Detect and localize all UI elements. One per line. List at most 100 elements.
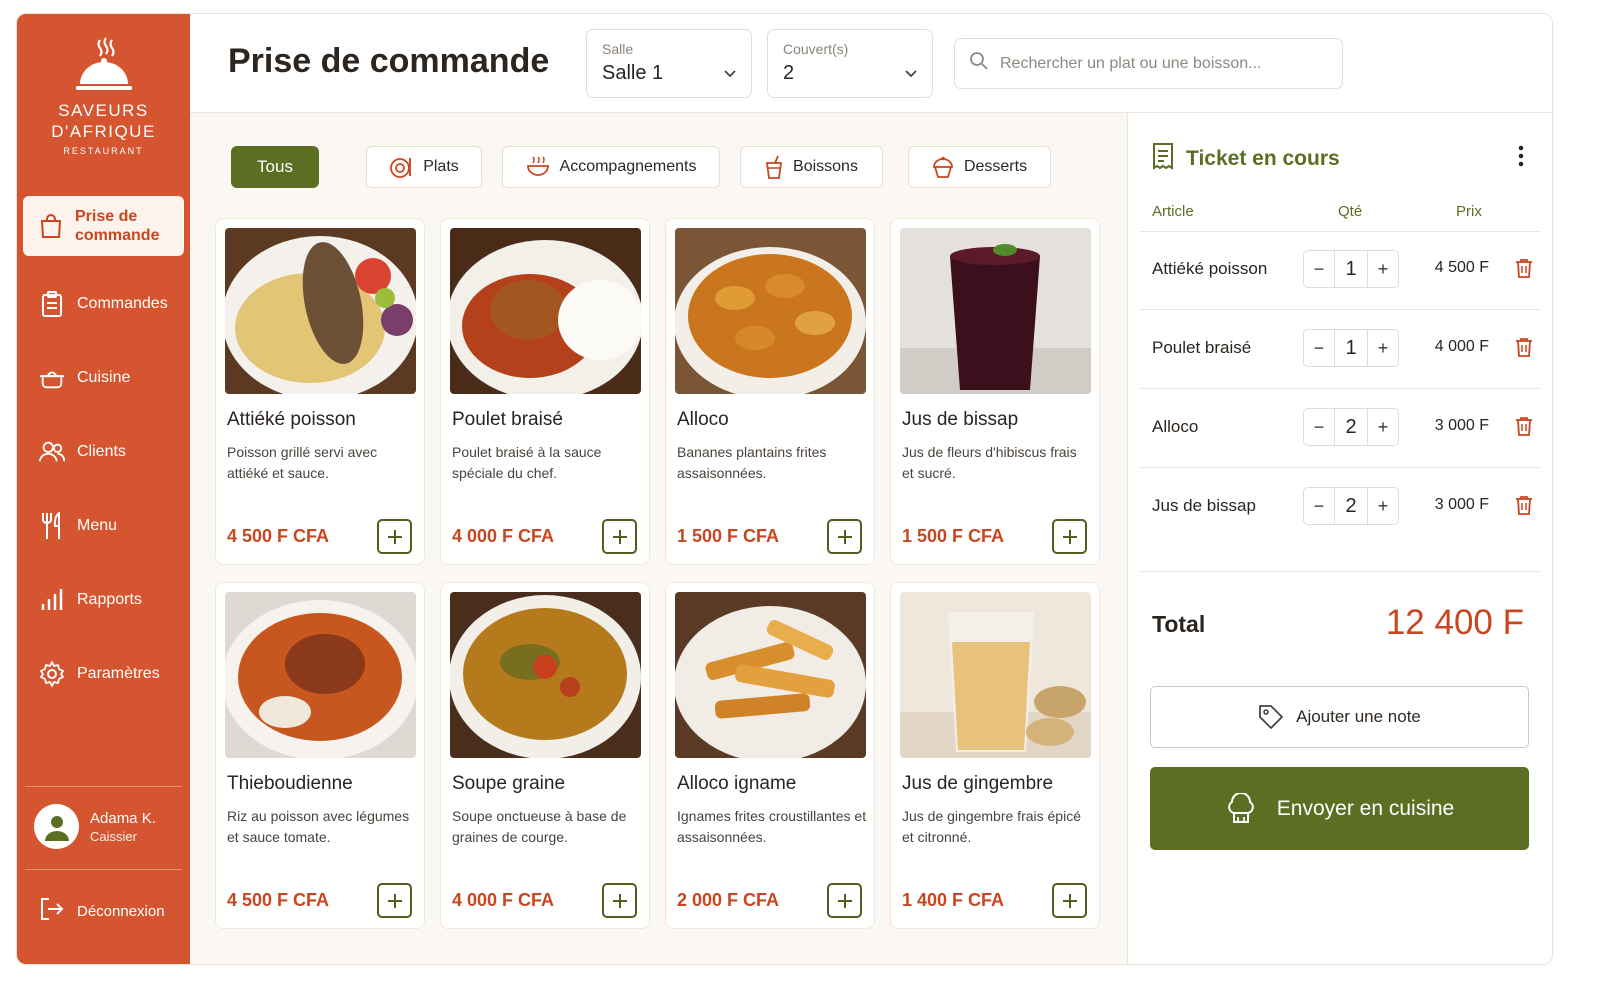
product-description: Soupe onctueuse à base de graines de cou… — [452, 808, 627, 845]
trash-icon[interactable] — [1515, 416, 1533, 441]
sidebar-item-label: Clients — [77, 443, 126, 460]
add-to-ticket-button[interactable] — [1052, 519, 1087, 554]
thieboudienne-image — [225, 592, 416, 758]
sidebar-item-label: Prise de commande — [75, 208, 160, 244]
logout-button[interactable]: Déconnexion — [39, 896, 165, 926]
couverts-select[interactable]: Couvert(s) 2 — [767, 29, 933, 98]
filter-label: Desserts — [963, 158, 1028, 175]
more-options-icon[interactable] — [1518, 145, 1524, 172]
trash-icon[interactable] — [1515, 495, 1533, 520]
ticket-line-price: 3 000 F — [1434, 417, 1489, 434]
product-name: Thieboudienne — [227, 773, 353, 794]
plus-icon — [387, 893, 402, 908]
add-to-ticket-button[interactable] — [602, 883, 637, 918]
filter-accompagnements[interactable]: Accompagnements — [502, 146, 720, 188]
add-to-ticket-button[interactable] — [377, 883, 412, 918]
alloco-image — [675, 228, 866, 394]
gear-icon — [39, 661, 65, 687]
product-price: 1 500 F CFA — [677, 526, 780, 546]
add-to-ticket-button[interactable] — [827, 519, 862, 554]
sidebar-item-prise-de-commande[interactable]: Prise de commande — [23, 196, 184, 256]
brand-sub: RESTAURANT — [63, 146, 144, 156]
product-card[interactable]: Jus de bissap Jus de fleurs d'hibiscus f… — [890, 218, 1100, 565]
filter-label: Tous — [257, 157, 293, 176]
receipt-icon — [1152, 142, 1174, 176]
product-description: Poisson grillé servi avec attiéké et sau… — [227, 444, 378, 481]
sidebar-item-label: Menu — [77, 517, 118, 534]
plus-icon — [837, 893, 852, 908]
sidebar-item-label: Rapports — [77, 591, 142, 608]
sidebar-item-clients[interactable]: Clients — [23, 422, 184, 482]
add-to-ticket-button[interactable] — [377, 519, 412, 554]
quantity-value: 2 — [1334, 488, 1368, 524]
filter-plats[interactable]: Plats — [366, 146, 482, 188]
column-header-qty: Qté — [1338, 203, 1363, 220]
decrease-qty-button[interactable]: − — [1304, 409, 1334, 445]
salle-select[interactable]: Salle Salle 1 — [586, 29, 752, 98]
column-header-article: Article — [1152, 203, 1194, 220]
sidebar-item-parametres[interactable]: Paramètres — [23, 644, 184, 704]
send-to-kitchen-button[interactable]: Envoyer en cuisine — [1150, 767, 1529, 850]
chevron-down-icon — [904, 65, 918, 83]
cloche-icon — [75, 37, 132, 90]
quantity-stepper: − 2 + — [1303, 408, 1399, 446]
sidebar-item-rapports[interactable]: Rapports — [23, 570, 184, 630]
sidebar-item-commandes[interactable]: Commandes — [23, 274, 184, 334]
add-to-ticket-button[interactable] — [1052, 883, 1087, 918]
product-description: Jus de gingembre frais épicé et citronné… — [902, 808, 1081, 845]
send-to-kitchen-label: Envoyer en cuisine — [1276, 796, 1455, 820]
app-window: SAVEURS D'AFRIQUE RESTAURANT Prise de co… — [16, 13, 1553, 965]
product-price: 1 400 F CFA — [902, 890, 1005, 910]
product-card[interactable]: Attiéké poisson Poisson grillé servi ave… — [215, 218, 425, 565]
add-to-ticket-button[interactable] — [602, 519, 637, 554]
decrease-qty-button[interactable]: − — [1304, 251, 1334, 287]
brand-name-line2: D'AFRIQUE — [51, 122, 156, 141]
couverts-label: Couvert(s) — [783, 41, 849, 57]
increase-qty-button[interactable]: + — [1368, 409, 1398, 445]
sidebar-item-cuisine[interactable]: Cuisine — [23, 348, 184, 408]
logout-icon — [39, 896, 65, 926]
increase-qty-button[interactable]: + — [1368, 488, 1398, 524]
trash-icon[interactable] — [1515, 337, 1533, 362]
user-role: Caissier — [90, 828, 137, 844]
row-divider — [1140, 571, 1540, 572]
bowl-icon — [526, 156, 550, 178]
product-card[interactable]: Thieboudienne Riz au poisson avec légume… — [215, 582, 425, 929]
filter-desserts[interactable]: Desserts — [908, 146, 1051, 188]
product-description: Bananes plantains frites assaisonnées. — [677, 444, 827, 481]
filter-tous[interactable]: Tous — [231, 146, 319, 188]
logout-label: Déconnexion — [77, 902, 165, 920]
filter-label: Plats — [423, 158, 459, 175]
add-note-button[interactable]: Ajouter une note — [1150, 686, 1529, 748]
poulet-braise-image — [450, 228, 641, 394]
product-description: Riz au poisson avec légumes et sauce tom… — [227, 808, 410, 845]
product-card[interactable]: Jus de gingembre Jus de gingembre frais … — [890, 582, 1100, 929]
sidebar-item-menu[interactable]: Menu — [23, 496, 184, 556]
product-card[interactable]: Alloco Bananes plantains frites assaison… — [665, 218, 875, 565]
product-card[interactable]: Alloco igname Ignames frites croustillan… — [665, 582, 875, 929]
decrease-qty-button[interactable]: − — [1304, 330, 1334, 366]
increase-qty-button[interactable]: + — [1368, 330, 1398, 366]
decrease-qty-button[interactable]: − — [1304, 488, 1334, 524]
product-name: Soupe graine — [452, 773, 566, 794]
sidebar-item-label: Commandes — [77, 295, 168, 312]
couverts-value: 2 — [783, 62, 795, 84]
product-card[interactable]: Poulet braisé Poulet braisé à la sauce s… — [440, 218, 650, 565]
user-profile[interactable]: Adama K. Caissier — [34, 804, 156, 849]
add-to-ticket-button[interactable] — [827, 883, 862, 918]
product-name: Alloco — [677, 409, 729, 430]
product-price: 4 500 F CFA — [227, 526, 330, 546]
sidebar-item-label: Cuisine — [77, 369, 131, 386]
trash-icon[interactable] — [1515, 258, 1533, 283]
cutlery-icon — [39, 512, 65, 539]
ticket-line-article: Alloco — [1152, 417, 1199, 436]
ticket-line: Attiéké poisson − 1 + 4 500 F — [1128, 231, 1552, 310]
product-card[interactable]: Soupe graine Soupe onctueuse à base de g… — [440, 582, 650, 929]
bar-chart-icon — [39, 587, 65, 613]
plus-icon — [837, 529, 852, 544]
filter-boissons[interactable]: Boissons — [740, 146, 883, 188]
avatar — [34, 804, 79, 849]
brand-name-line1: SAVEURS — [58, 101, 149, 120]
increase-qty-button[interactable]: + — [1368, 251, 1398, 287]
search-input[interactable]: Rechercher un plat ou une boisson... — [954, 38, 1343, 89]
